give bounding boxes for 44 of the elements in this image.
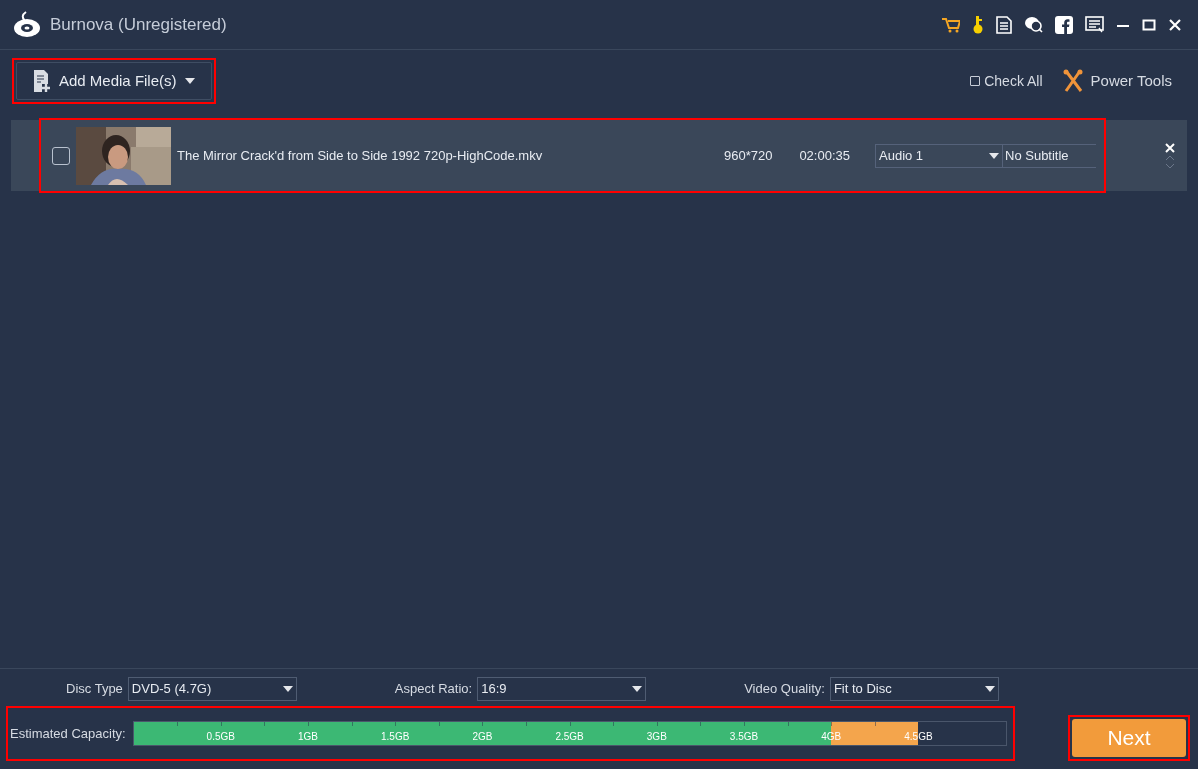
caret-icon [984, 686, 995, 692]
file-row[interactable]: The Mirror Crack'd from Side to Side 1992 720p-HighCode.mkv 960*720 02:00:35 Audio 1 No Subtitle [11, 120, 1187, 191]
setting-label: Aspect Ratio: [394, 680, 473, 699]
caret-icon [989, 152, 999, 159]
file-name: The Mirror Crack'd from Side to Side 1992 720p-HighCode.mkv [177, 146, 543, 165]
key-icon[interactable] [972, 15, 984, 34]
add-media-button[interactable]: Add Media File(s) [16, 62, 212, 100]
caret-icon [282, 686, 293, 692]
facebook-icon[interactable] [1055, 15, 1073, 34]
setting-label: Disc Type [66, 680, 123, 699]
tick-label: 4GB [821, 730, 842, 744]
check-all-checkbox[interactable]: Check All [970, 70, 1043, 92]
document-icon[interactable] [996, 15, 1012, 34]
remove-icon[interactable] [1165, 142, 1175, 153]
resolution-text: 960*720 [723, 146, 773, 165]
tools-icon [1062, 69, 1083, 93]
close-icon[interactable] [1168, 17, 1182, 32]
caret-icon [184, 78, 195, 84]
tick-label: 3GB [646, 730, 667, 744]
duration-text: 02:00:35 [799, 146, 850, 165]
cart-icon[interactable] [942, 16, 960, 33]
setting-label: Video Quality: [744, 680, 825, 699]
audio-dropdown[interactable]: Audio 1 [875, 143, 1003, 168]
tick-label: 1GB [298, 730, 318, 744]
setting-dropdown[interactable]: 16:9 [477, 677, 647, 701]
chat-icon[interactable] [1024, 16, 1043, 33]
setting-dropdown[interactable]: DVD-5 (4.7G) [127, 677, 297, 701]
tick-label: 3.5GB [729, 730, 759, 744]
add-file-icon [33, 69, 51, 93]
disc-logo-icon [12, 9, 42, 40]
caret-icon [632, 686, 643, 692]
tick-label: 4.5GB [904, 730, 933, 744]
feedback-icon[interactable] [1085, 16, 1104, 33]
subtitle-dropdown[interactable]: No Subtitle [1003, 143, 1096, 168]
file-checkbox[interactable] [52, 146, 70, 165]
tick-label: 1.5GB [381, 730, 410, 744]
capacity-label: Estimated Capacity: [10, 724, 126, 743]
setting-dropdown[interactable]: Fit to Disc [829, 677, 999, 701]
power-tools-button[interactable]: Power Tools [1062, 69, 1172, 93]
tick-label: 0.5GB [206, 730, 235, 744]
tick-label: 2.5GB [555, 730, 584, 744]
tick-label: 2GB [472, 730, 493, 744]
maximize-icon[interactable] [1142, 17, 1156, 32]
window-title: Burnova (Unregistered) [50, 13, 227, 36]
